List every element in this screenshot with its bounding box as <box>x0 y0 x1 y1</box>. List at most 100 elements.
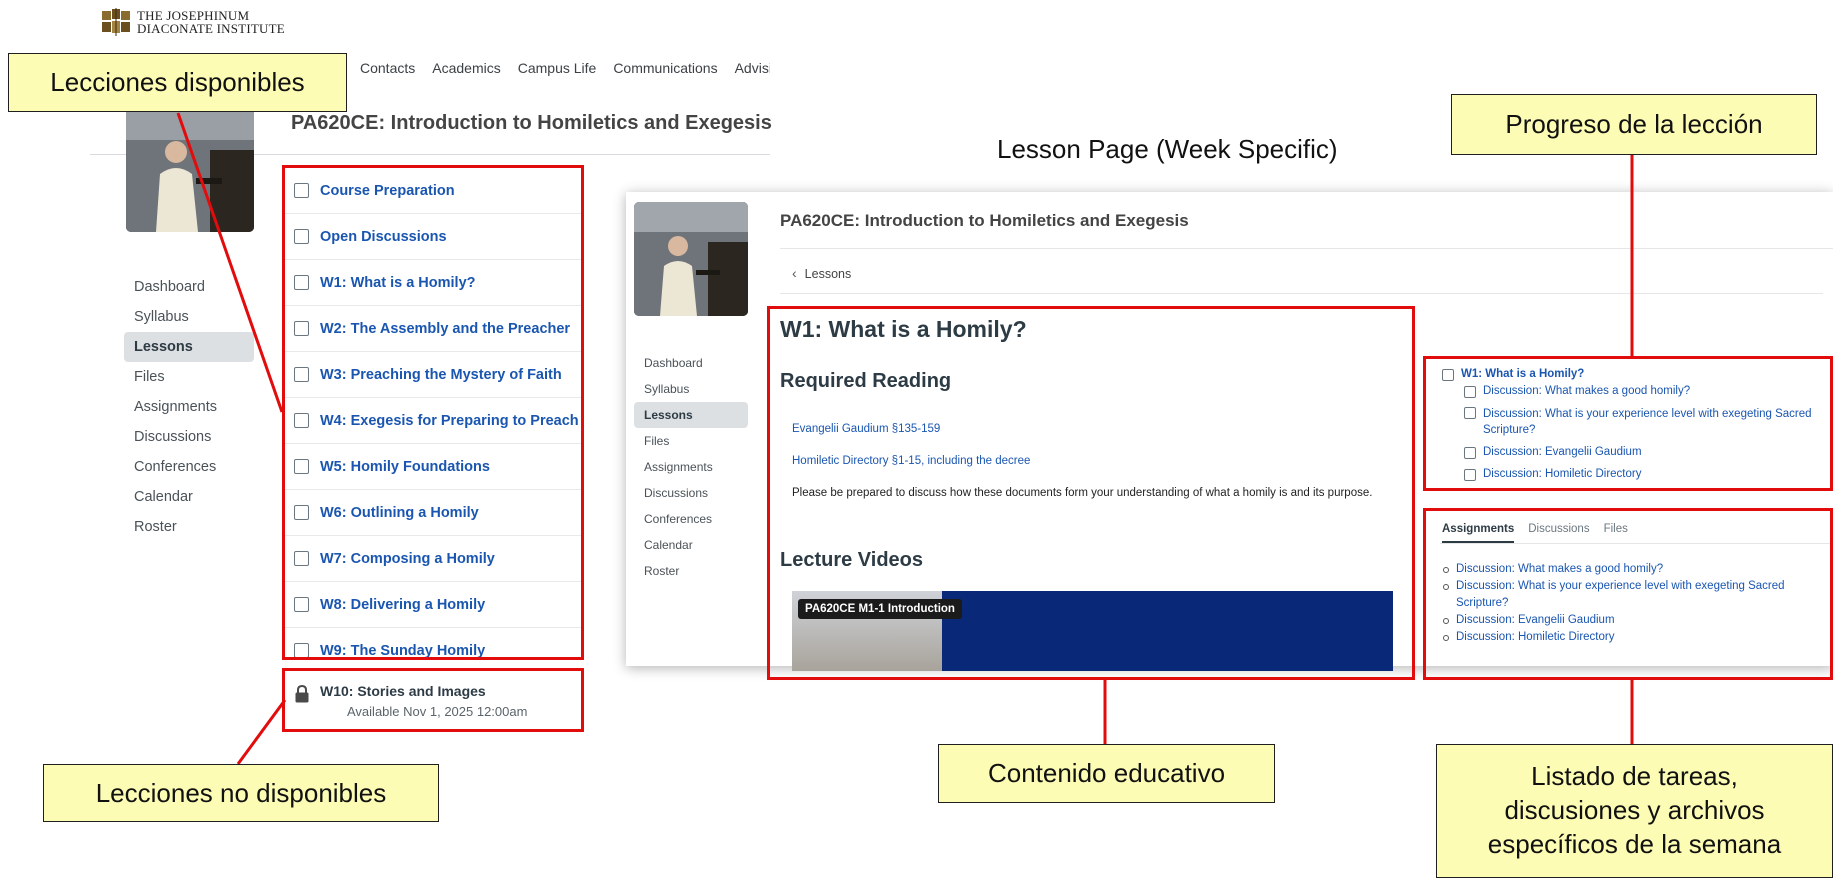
nav-conferences[interactable]: Conferences <box>124 452 254 482</box>
lesson-link[interactable]: W7: Composing a Homily <box>320 551 495 567</box>
lesson-row[interactable]: W8: Delivering a Homily <box>285 582 581 628</box>
progress-item[interactable]: Discussion: Homiletic Directory <box>1483 468 1641 480</box>
nav-assignments[interactable]: Assignments <box>634 454 748 480</box>
topnav-item-advising[interactable]: Advising <box>735 60 770 76</box>
reading-link[interactable]: Evangelii Gaudium §135-159 <box>792 423 940 435</box>
progress-lesson-row[interactable]: W1: What is a Homily? <box>1442 368 1584 381</box>
lesson-checkbox[interactable] <box>294 183 309 198</box>
lesson-checkbox[interactable] <box>294 505 309 520</box>
nav-files[interactable]: Files <box>634 428 748 454</box>
progress-checkbox[interactable] <box>1442 369 1454 381</box>
list-item[interactable]: Discussion: What makes a good homily? <box>1442 561 1827 578</box>
nav-dashboard[interactable]: Dashboard <box>124 272 254 302</box>
lesson-link[interactable]: W6: Outlining a Homily <box>320 505 479 521</box>
tab-assignments[interactable]: Assignments <box>1442 523 1515 543</box>
lesson-link[interactable]: Open Discussions <box>320 229 447 245</box>
progress-item[interactable]: Discussion: Evangelii Gaudium <box>1483 446 1642 458</box>
nav-discussions[interactable]: Discussions <box>124 422 254 452</box>
lesson-checkbox[interactable] <box>294 413 309 428</box>
lesson-checkbox[interactable] <box>294 551 309 566</box>
nav-lessons[interactable]: Lessons <box>634 402 748 428</box>
list-item[interactable]: Discussion: Homiletic Directory <box>1442 629 1827 646</box>
lesson-link[interactable]: W5: Homily Foundations <box>320 459 490 475</box>
crest-icon <box>102 8 130 36</box>
lecture-videos-heading: Lecture Videos <box>780 549 924 571</box>
lesson-checkbox[interactable] <box>294 367 309 382</box>
tab-files[interactable]: Files <box>1604 523 1628 543</box>
assignment-list: Discussion: What makes a good homily? Di… <box>1442 561 1827 646</box>
lesson-checkbox[interactable] <box>294 275 309 290</box>
progress-item[interactable]: Discussion: What is your experience leve… <box>1483 406 1826 438</box>
lesson-link[interactable]: W1: What is a Homily? <box>320 275 476 291</box>
lecture-video-player[interactable]: PA620CE M1-1 Introduction <box>792 591 1393 671</box>
progress-item[interactable]: Discussion: What makes a good homily? <box>1483 385 1690 397</box>
list-item[interactable]: Discussion: What is your experience leve… <box>1442 578 1827 612</box>
lesson-row[interactable]: W1: What is a Homily? <box>285 260 581 306</box>
progress-checkbox[interactable] <box>1464 386 1476 398</box>
breadcrumb-divider <box>780 293 1823 294</box>
connector-unavailable <box>236 699 287 765</box>
lesson-row[interactable]: W2: The Assembly and the Preacher <box>285 306 581 352</box>
top-navigation: Contacts Academics Campus Life Communicatio… <box>360 60 770 82</box>
lesson-checkbox[interactable] <box>294 459 309 474</box>
progress-checkbox[interactable] <box>1464 407 1476 419</box>
progress-item-row[interactable]: Discussion: Evangelii Gaudium <box>1464 446 1642 459</box>
lesson-row[interactable]: W6: Outlining a Homily <box>285 490 581 536</box>
tab-discussions[interactable]: Discussions <box>1528 523 1589 543</box>
nav-conferences[interactable]: Conferences <box>634 506 748 532</box>
topnav-item-contacts[interactable]: Contacts <box>360 60 415 76</box>
lesson-progress: W1: What is a Homily? Discussion: What m… <box>1423 356 1833 491</box>
nav-discussions[interactable]: Discussions <box>634 480 748 506</box>
progress-item-row[interactable]: Discussion: Homiletic Directory <box>1464 468 1641 481</box>
nav-calendar[interactable]: Calendar <box>124 482 254 512</box>
nav-roster[interactable]: Roster <box>124 512 254 542</box>
callout-lesson-progress: Progreso de la lección <box>1451 94 1817 155</box>
progress-lesson-title[interactable]: W1: What is a Homily? <box>1461 368 1584 380</box>
lesson-row[interactable]: W3: Preaching the Mystery of Faith <box>285 352 581 398</box>
nav-roster[interactable]: Roster <box>634 558 748 584</box>
progress-item-row[interactable]: Discussion: What makes a good homily? <box>1464 385 1690 398</box>
lesson-row[interactable]: W7: Composing a Homily <box>285 536 581 582</box>
nav-assignments[interactable]: Assignments <box>124 392 254 422</box>
progress-checkbox[interactable] <box>1464 447 1476 459</box>
breadcrumb[interactable]: ‹ Lessons <box>792 265 851 281</box>
lesson-link[interactable]: W2: The Assembly and the Preacher <box>320 321 570 337</box>
lesson-checkbox[interactable] <box>294 597 309 612</box>
lesson-link[interactable]: W4: Exegesis for Preparing to Preach <box>320 413 579 429</box>
available-lessons-list: Course Preparation Open Discussions W1: … <box>282 165 584 660</box>
lesson-link[interactable]: W9: The Sunday Homily <box>320 643 485 658</box>
nav-files[interactable]: Files <box>124 362 254 392</box>
topnav-item-communications[interactable]: Communications <box>613 60 717 76</box>
nav-calendar[interactable]: Calendar <box>634 532 748 558</box>
nav-syllabus[interactable]: Syllabus <box>124 302 254 332</box>
lesson-checkbox[interactable] <box>294 643 309 657</box>
reading-note: Please be prepared to discuss how these … <box>792 487 1373 499</box>
lesson-row[interactable]: Course Preparation <box>285 168 581 214</box>
lesson-link[interactable]: W8: Delivering a Homily <box>320 597 485 613</box>
lesson-link[interactable]: W3: Preaching the Mystery of Faith <box>320 367 562 383</box>
breadcrumb-lessons[interactable]: Lessons <box>805 267 852 281</box>
lesson-checkbox[interactable] <box>294 229 309 244</box>
lesson-link[interactable]: Course Preparation <box>320 183 455 199</box>
lesson-row[interactable]: Open Discussions <box>285 214 581 260</box>
lesson-row[interactable]: W9: The Sunday Homily <box>285 628 581 658</box>
nav-dashboard[interactable]: Dashboard <box>634 350 748 376</box>
lesson-page-navigation: Dashboard Syllabus Lessons Files Assignm… <box>634 350 748 584</box>
nav-syllabus[interactable]: Syllabus <box>634 376 748 402</box>
topnav-item-campus-life[interactable]: Campus Life <box>518 60 597 76</box>
progress-checkbox[interactable] <box>1464 469 1476 481</box>
list-item[interactable]: Discussion: Evangelii Gaudium <box>1442 612 1827 629</box>
lock-icon <box>295 685 309 703</box>
progress-item-row[interactable]: Discussion: What is your experience leve… <box>1464 406 1826 438</box>
callout-unavailable-lessons: Lecciones no disponibles <box>43 764 439 822</box>
logo-line-2: DIACONATE INSTITUTE <box>137 21 285 36</box>
nav-lessons[interactable]: Lessons <box>124 332 254 362</box>
lesson-row[interactable]: W4: Exegesis for Preparing to Preach <box>285 398 581 444</box>
institute-logo[interactable]: THE JOSEPHINUM DIACONATE INSTITUTE <box>100 8 285 36</box>
lesson-checkbox[interactable] <box>294 321 309 336</box>
topnav-item-academics[interactable]: Academics <box>432 60 500 76</box>
lesson-row[interactable]: W5: Homily Foundations <box>285 444 581 490</box>
lesson-page-label: Lesson Page (Week Specific) <box>997 134 1338 164</box>
callout-educational-content: Contenido educativo <box>938 744 1275 803</box>
reading-link[interactable]: Homiletic Directory §1-15, including the… <box>792 455 1030 467</box>
